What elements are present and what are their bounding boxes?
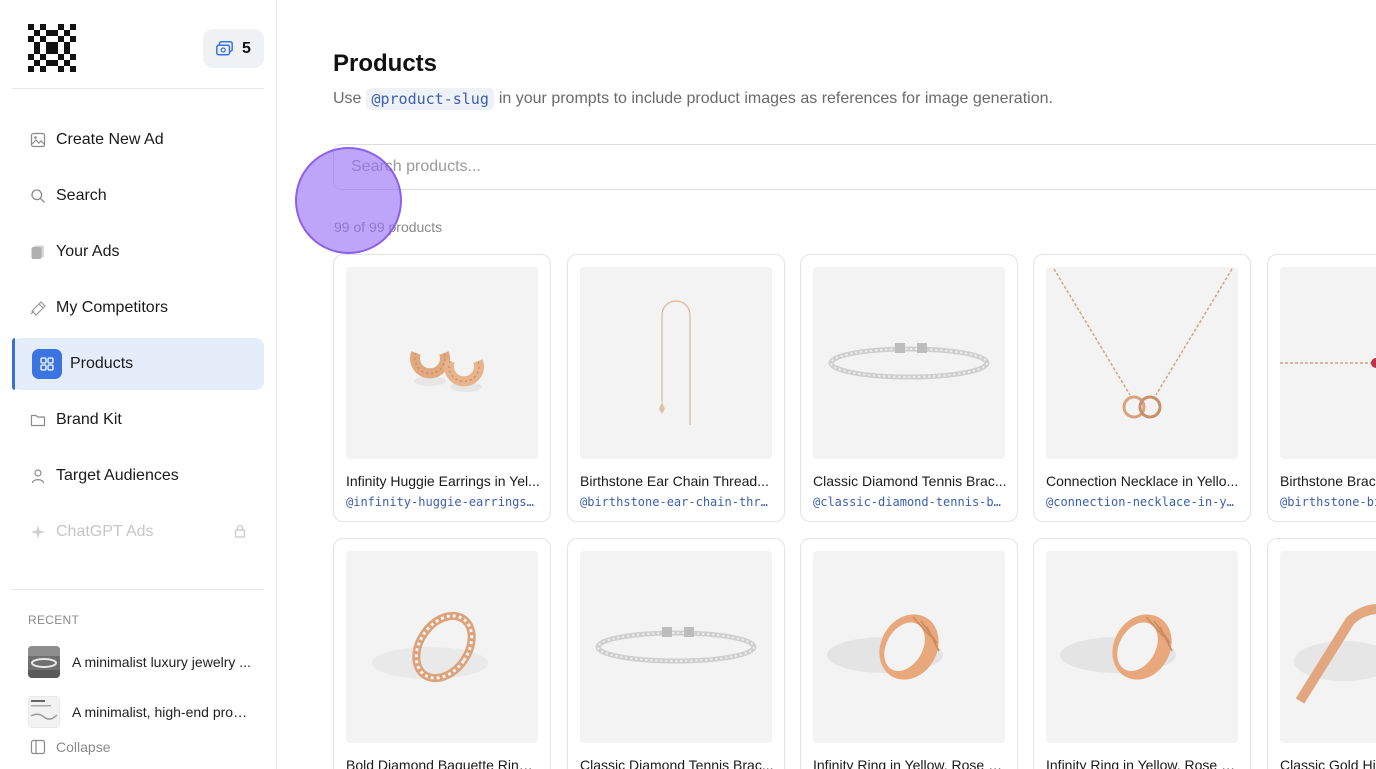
sparkle-icon [30,524,46,540]
product-name: Infinity Huggie Earrings in Yel... [346,473,540,489]
sidebar-divider-top [12,88,264,89]
product-name: Classic Diamond Tennis Brac... [580,757,774,769]
product-image [1280,267,1376,459]
nav-chatgpt-ads: ChatGPT Ads [12,506,264,558]
collapse-label: Collapse [56,739,111,755]
ads-icon [30,244,46,260]
product-slug[interactable]: @infinity-huggie-earrings... [346,495,540,509]
folder-icon [30,412,46,428]
recent-item-label: A minimalist luxury jewelry ... [72,654,251,670]
product-name: Connection Necklace in Yello... [1046,473,1239,489]
subtitle-prefix: Use [333,90,362,107]
nav-label: Target Audiences [56,467,179,484]
sidebar: 5 Create New Ad Search Your Ads My Compe… [0,0,277,769]
product-card[interactable]: Bold Diamond Baguette Ring ... [333,538,551,769]
product-slug[interactable]: @classic-diamond-tennis-b... [813,495,1007,509]
sidebar-collapse-icon [30,739,46,755]
product-name: Infinity Ring in Yellow, Rose o... [1046,757,1240,769]
nav-search[interactable]: Search [12,170,264,222]
user-icon [30,468,46,484]
product-image [580,267,772,459]
nav-label: My Competitors [56,299,169,316]
product-image [813,551,1005,743]
product-image [346,267,538,459]
product-image [346,551,538,743]
product-name: Bold Diamond Baguette Ring ... [346,757,540,769]
product-slug[interactable]: @birthstone-ear-chain-thr... [580,495,774,509]
recent-thumbnail [28,696,60,728]
grid-icon [32,349,62,379]
product-name: Infinity Ring in Yellow, Rose o... [813,757,1007,769]
search-input[interactable] [334,145,1376,189]
competitors-icon [30,300,46,316]
credits-count: 5 [242,39,251,57]
collapse-button[interactable]: Collapse [30,739,110,755]
product-name: Classic Gold Hi [1280,757,1376,769]
main-content: Products Use @product-slug in your promp… [277,0,1376,769]
product-card[interactable]: Classic Gold Hi [1267,538,1376,769]
recent-heading: RECENT [28,613,80,627]
lock-icon [234,524,246,538]
product-count: 99 of 99 products [334,219,443,235]
subtitle-suffix: in your prompts to include product image… [498,90,1053,107]
product-image [1280,551,1376,743]
product-name: Birthstone Brac [1280,473,1376,489]
product-card[interactable]: Infinity Huggie Earrings in Yel... @infi… [333,254,551,522]
product-card[interactable]: Infinity Ring in Yellow, Rose o... [800,538,1018,769]
nav-label: Products [70,355,134,372]
product-slug[interactable]: @birthstone-bi [1280,495,1376,509]
page-subtitle: Use @product-slug in your prompts to inc… [333,88,1053,110]
product-card[interactable]: Birthstone Brac @birthstone-bi [1267,254,1376,522]
app-window: 5 Create New Ad Search Your Ads My Compe… [0,0,1376,769]
nav-my-competitors[interactable]: My Competitors [12,282,264,334]
slug-chip: @product-slug [366,88,494,110]
sidebar-divider-bottom [12,589,264,590]
credits-icon [216,41,233,56]
product-name: Birthstone Ear Chain Thread... [580,473,769,489]
product-image [1046,267,1238,459]
nav-your-ads[interactable]: Your Ads [12,226,264,278]
nav-label: Search [56,187,107,204]
recent-item-label: A minimalist, high-end prod... [72,704,252,720]
nav-products[interactable]: Products [12,338,264,390]
brand-logo[interactable] [28,24,76,72]
nav-label: ChatGPT Ads [56,523,154,540]
product-card[interactable]: Birthstone Ear Chain Thread... @birthsto… [567,254,785,522]
product-image [813,267,1005,459]
nav-target-audiences[interactable]: Target Audiences [12,450,264,502]
page-title: Products [333,50,438,77]
product-card[interactable]: Classic Diamond Tennis Brac... @classic-… [800,254,1018,522]
nav-brand-kit[interactable]: Brand Kit [12,394,264,446]
credits-badge[interactable]: 5 [203,29,264,68]
sidebar-nav: Create New Ad Search Your Ads My Competi… [12,114,264,562]
nav-label: Brand Kit [56,411,122,428]
recent-thumbnail [28,646,60,678]
recent-item[interactable]: A minimalist luxury jewelry ... [28,646,264,678]
image-icon [30,132,46,148]
product-image [580,551,772,743]
search-icon [30,188,46,204]
product-card[interactable]: Connection Necklace in Yello... @connect… [1033,254,1251,522]
recent-item[interactable]: A minimalist, high-end prod... [28,696,264,728]
product-card[interactable]: Classic Diamond Tennis Brac... [567,538,785,769]
product-image [1046,551,1238,743]
nav-label: Your Ads [56,243,120,260]
product-name: Classic Diamond Tennis Brac... [813,473,1007,489]
search-field [333,144,1376,190]
nav-create-new-ad[interactable]: Create New Ad [12,114,264,166]
nav-label: Create New Ad [56,131,164,148]
product-card[interactable]: Infinity Ring in Yellow, Rose o... [1033,538,1251,769]
product-slug[interactable]: @connection-necklace-in-y... [1046,495,1240,509]
